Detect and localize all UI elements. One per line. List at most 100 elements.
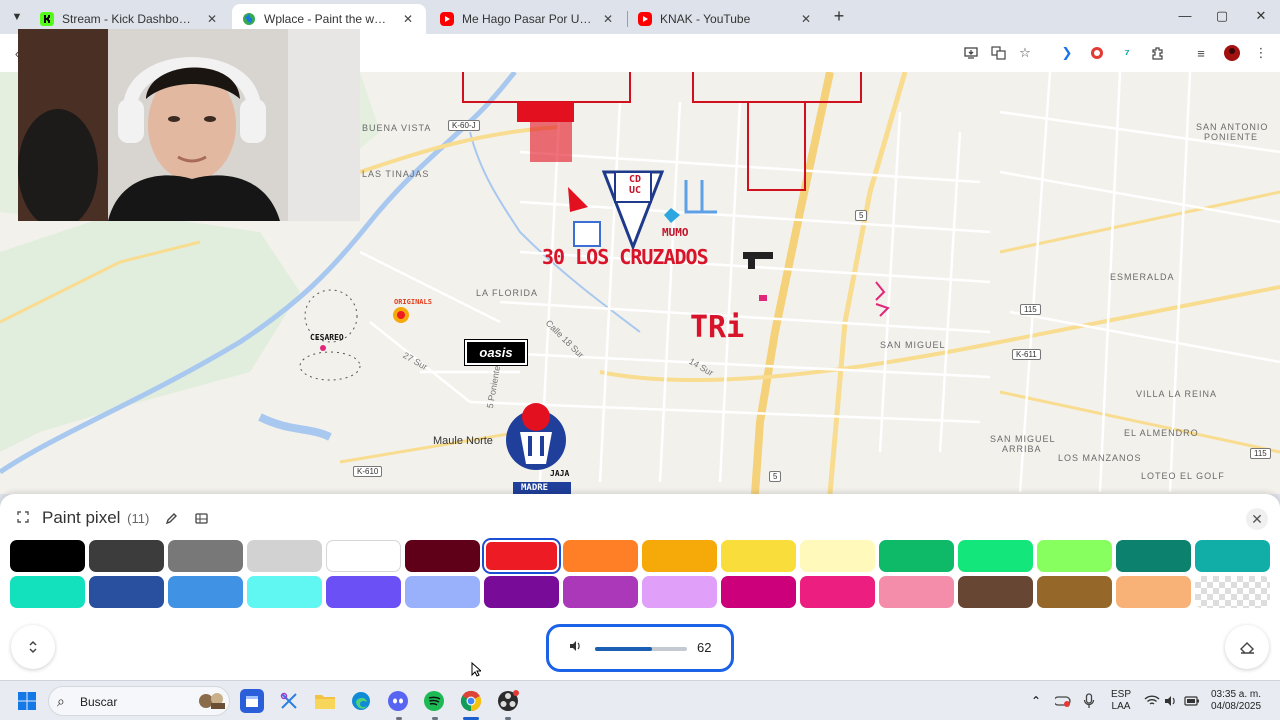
place-label: ARRIBA	[1002, 444, 1042, 454]
taskbar-search-box[interactable]: ⌕ Buscar	[48, 686, 230, 716]
extension-translate-icon[interactable]: ⁷	[1116, 42, 1138, 64]
paint-pixel-label: Paint pixel	[42, 508, 121, 527]
color-swatch[interactable]	[1037, 576, 1112, 608]
calendar-app-icon[interactable]	[240, 689, 264, 713]
taskbar: ⌕ Buscar ⌃ ESP LAA 03:35 a. m. 04/08/202…	[0, 680, 1280, 720]
color-swatch[interactable]	[721, 540, 796, 572]
chevron-up-icon[interactable]: ⌃	[1024, 689, 1048, 713]
place-label: ESMERALDA	[1110, 272, 1175, 282]
color-swatch[interactable]	[1195, 540, 1270, 572]
color-swatch[interactable]	[247, 576, 322, 608]
color-swatch-transparent[interactable]	[1195, 576, 1270, 608]
edge-browser-icon[interactable]	[349, 689, 373, 713]
road-shield: K-611	[1012, 349, 1041, 360]
tray-app-icon[interactable]	[1051, 689, 1075, 713]
tab-search-button[interactable]: ▼	[6, 6, 28, 28]
color-swatch[interactable]	[1116, 540, 1191, 572]
snipping-tool-icon[interactable]	[277, 689, 301, 713]
color-swatch[interactable]	[405, 540, 480, 572]
color-swatch[interactable]	[247, 540, 322, 572]
place-label: SAN MIGUEL	[990, 434, 1056, 444]
pencil-icon[interactable]	[162, 509, 180, 527]
color-swatch[interactable]	[1116, 576, 1191, 608]
template-image-icon[interactable]	[192, 509, 210, 527]
minimize-button[interactable]: —	[1173, 6, 1197, 26]
translate-icon[interactable]	[987, 42, 1009, 64]
color-swatch[interactable]	[800, 540, 875, 572]
color-swatch[interactable]	[326, 576, 401, 608]
extension-voice-icon[interactable]: ❯	[1056, 42, 1078, 64]
bookmark-star-icon[interactable]: ☆	[1014, 42, 1036, 64]
tab-youtube-figura[interactable]: Me Hago Pasar Por Una Figura ✕	[430, 4, 626, 34]
color-swatch[interactable]	[484, 540, 559, 572]
color-swatch[interactable]	[721, 576, 796, 608]
color-swatch[interactable]	[484, 576, 559, 608]
color-swatch[interactable]	[405, 576, 480, 608]
pixel-art-text: TRi	[690, 310, 745, 345]
color-swatch[interactable]	[10, 540, 85, 572]
color-swatch[interactable]	[879, 540, 954, 572]
fullscreen-icon[interactable]	[14, 508, 32, 526]
color-swatch[interactable]	[642, 576, 717, 608]
maximize-button[interactable]: ▢	[1210, 6, 1234, 26]
tab-title: Me Hago Pasar Por Una Figura	[462, 12, 592, 26]
chrome-app-icon[interactable]	[459, 689, 483, 713]
town-label: Maule Norte	[433, 435, 493, 447]
close-panel-button[interactable]: ✕	[1246, 508, 1268, 530]
more-menu-icon[interactable]: ⋮	[1250, 42, 1272, 64]
expand-panel-button[interactable]	[11, 625, 55, 669]
region-code: LAA	[1111, 701, 1131, 712]
oasis-logo-art: oasis	[464, 339, 528, 366]
close-icon[interactable]: ✕	[798, 12, 814, 26]
color-swatch[interactable]	[168, 576, 243, 608]
windows-start-icon[interactable]	[15, 689, 39, 713]
tab-youtube-knak[interactable]: KNAK - YouTube ✕	[628, 4, 824, 34]
color-swatch[interactable]	[958, 576, 1033, 608]
color-swatch[interactable]	[89, 540, 164, 572]
clock[interactable]: 03:35 a. m. 04/08/2025	[1204, 689, 1268, 713]
search-placeholder: Buscar	[80, 695, 118, 709]
color-swatch[interactable]	[89, 576, 164, 608]
eraser-button[interactable]	[1225, 625, 1269, 669]
place-label: LOS MANZANOS	[1058, 453, 1142, 463]
color-swatch[interactable]	[10, 576, 85, 608]
extension-shield-icon[interactable]	[1086, 42, 1108, 64]
new-tab-button[interactable]: +	[830, 7, 848, 26]
volume-osd[interactable]: 62	[546, 624, 734, 672]
pixel-art-text: ORIGINALS	[394, 298, 432, 306]
color-swatch[interactable]	[168, 540, 243, 572]
webcam-overlay	[18, 29, 360, 221]
battery-icon[interactable]	[1180, 689, 1204, 713]
color-swatch[interactable]	[563, 576, 638, 608]
pixel-count: (11)	[127, 511, 150, 526]
close-icon[interactable]: ✕	[600, 12, 616, 26]
color-swatch[interactable]	[642, 540, 717, 572]
color-swatch[interactable]	[958, 540, 1033, 572]
color-swatch[interactable]	[563, 540, 638, 572]
obs-studio-icon[interactable]	[496, 689, 520, 713]
close-icon[interactable]: ✕	[400, 12, 416, 26]
extensions-puzzle-icon[interactable]	[1147, 42, 1169, 64]
color-swatch[interactable]	[1037, 540, 1112, 572]
close-window-button[interactable]: ✕	[1249, 6, 1273, 26]
place-label: EL ALMENDRO	[1124, 428, 1199, 438]
volume-slider[interactable]	[595, 647, 687, 651]
close-icon[interactable]: ✕	[204, 12, 220, 26]
media-controls-icon[interactable]: ≡	[1190, 42, 1212, 64]
place-label: LA FLORIDA	[476, 288, 539, 298]
color-swatch[interactable]	[326, 540, 401, 572]
language-code: ESP	[1110, 689, 1131, 700]
discord-app-icon[interactable]	[386, 689, 410, 713]
file-explorer-icon[interactable]	[313, 689, 337, 713]
profile-avatar[interactable]	[1221, 42, 1243, 64]
pixel-art-text: CESAREO	[310, 333, 344, 342]
color-swatch[interactable]	[879, 576, 954, 608]
color-swatch[interactable]	[800, 576, 875, 608]
input-language[interactable]: ESP LAA	[1106, 689, 1136, 713]
microphone-icon[interactable]	[1077, 689, 1101, 713]
paint-panel: Paint pixel (11) ✕ 62	[0, 494, 1280, 680]
install-app-icon[interactable]	[960, 42, 982, 64]
color-palette	[10, 540, 1270, 608]
spotify-app-icon[interactable]	[422, 689, 446, 713]
road-shield: K-60-J	[448, 120, 480, 131]
